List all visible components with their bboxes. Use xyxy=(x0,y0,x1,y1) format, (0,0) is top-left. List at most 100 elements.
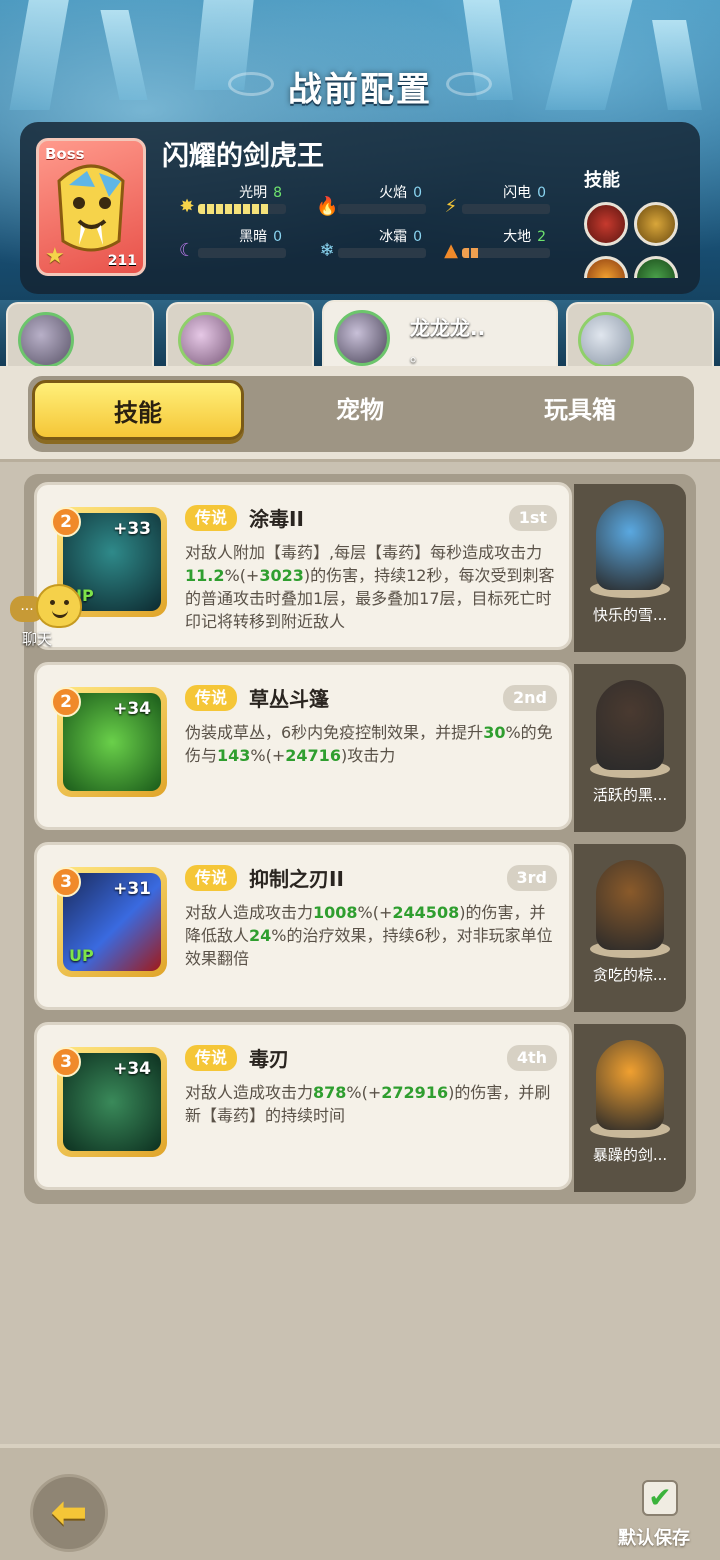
element-name: 火焰 xyxy=(379,185,408,201)
description-part: 24 xyxy=(249,926,272,945)
element-name: 冰霜 xyxy=(379,229,408,245)
description-part: 30 xyxy=(483,723,506,742)
hero-avatar xyxy=(18,312,74,368)
skill-description: 对敌人造成攻击力1008%(+244508)的伤害，并降低敌人24%的治疗效果，… xyxy=(185,901,557,970)
pet-figure-icon xyxy=(596,1040,664,1130)
page-title: 战前配置 xyxy=(288,70,432,110)
skill-description: 对敌人附加【毒药】,每层【毒药】每秒造成攻击力11.2%(+3023)的伤害，持… xyxy=(185,541,557,633)
description-part: 24716 xyxy=(285,746,341,765)
skill-rank-badge: 3 xyxy=(51,867,81,897)
skill-card[interactable]: +34 3 传说 毒刃 4th 对敌人造成攻击力878%(+272916)的伤害，并刷新【… xyxy=(34,1022,572,1190)
element-bar-fill xyxy=(198,204,269,214)
boss-skill-leaf-icon[interactable] xyxy=(634,256,678,278)
element-stat: ❄ 冰霜 0 xyxy=(316,226,446,266)
smiley-icon xyxy=(36,584,82,628)
skill-name: 抑制之刃II xyxy=(249,867,344,891)
description-part: %(+ xyxy=(357,903,393,922)
skill-name: 毒刃 xyxy=(249,1047,289,1071)
skill-plus-level: +34 xyxy=(113,1059,151,1079)
skill-list: +33 UP 2 传说 涂毒II 1st 对敌人附加【毒药】,每层【毒药】每秒造成攻击力11… xyxy=(24,474,696,1204)
skill-card[interactable]: +34 2 传说 草丛斗篷 2nd 伪装成草丛，6秒内免疫控制效果，并提升30%的免伤与1… xyxy=(34,662,572,830)
element-stat: ☾ 黑暗 0 xyxy=(176,226,306,266)
sun-icon: ✸ xyxy=(179,196,195,217)
pet-card[interactable]: 贪吃的棕... xyxy=(574,844,686,1012)
element-bar-fill xyxy=(462,248,480,258)
chat-label: 聊天 xyxy=(22,630,53,648)
team-slot-4[interactable] xyxy=(566,302,714,368)
description-part: 878 xyxy=(313,1083,347,1102)
element-value: 2 xyxy=(537,229,546,245)
pet-figure-icon xyxy=(596,500,664,590)
pet-name: 贪吃的棕... xyxy=(592,966,668,984)
description-part: %(+ xyxy=(224,566,260,585)
snowflake-icon: ❄ xyxy=(319,240,335,261)
pet-card[interactable]: 活跃的黑... xyxy=(574,664,686,832)
mountain-icon: ▲ xyxy=(444,240,458,261)
hero-avatar xyxy=(178,312,234,368)
team-slot-3-active[interactable]: 龙龙龙.. 。 xyxy=(322,300,558,368)
element-name: 大地 xyxy=(503,229,532,245)
element-value: 0 xyxy=(413,229,422,245)
skill-plus-level: +31 xyxy=(113,879,151,899)
flame-icon: 🔥 xyxy=(316,196,339,217)
lightning-icon: ⚡ xyxy=(444,196,458,217)
boss-skill-slash-icon[interactable] xyxy=(584,256,628,278)
moon-icon: ☾ xyxy=(178,240,196,261)
element-value: 0 xyxy=(273,229,282,245)
boss-avatar[interactable]: Boss 211 ★ xyxy=(36,138,146,276)
skill-name: 草丛斗篷 xyxy=(249,687,329,711)
skill-description: 对敌人造成攻击力878%(+272916)的伤害，并刷新【毒药】的持续时间 xyxy=(185,1081,557,1127)
description-part: 272916 xyxy=(381,1083,449,1102)
checkbox-icon[interactable]: ✔ xyxy=(642,1480,678,1516)
hero-avatar xyxy=(578,312,634,368)
description-part: %(+ xyxy=(250,746,286,765)
star-icon: ★ xyxy=(45,244,65,269)
skill-plus-level: +34 xyxy=(113,699,151,719)
pet-card[interactable]: 快乐的雪... xyxy=(574,484,686,652)
skill-description: 伪装成草丛，6秒内免疫控制效果，并提升30%的免伤与143%(+24716)攻击… xyxy=(185,721,557,767)
boss-name: 闪耀的剑虎王 xyxy=(162,141,324,172)
tab-toybox[interactable]: 玩具箱 xyxy=(474,380,686,440)
pet-name: 快乐的雪... xyxy=(592,606,668,624)
description-part: 对敌人附加【毒药】,每层【毒药】每秒造成攻击力 xyxy=(185,543,543,562)
element-name: 闪电 xyxy=(503,185,532,201)
boss-tag: Boss xyxy=(45,145,85,163)
tab-pets[interactable]: 宠物 xyxy=(254,380,466,440)
skill-order-tag: 3rd xyxy=(506,865,557,891)
pet-card[interactable]: 暴躁的剑... xyxy=(574,1024,686,1192)
description-part: 3023 xyxy=(259,566,304,585)
element-value: 0 xyxy=(537,185,546,201)
boss-skill-roar-icon[interactable] xyxy=(584,202,628,246)
element-name: 光明 xyxy=(239,185,268,201)
team-slot-2[interactable] xyxy=(166,302,314,368)
skill-card[interactable]: +31 UP 3 传说 抑制之刃II 3rd 对敌人造成攻击力1008%(+244508)的… xyxy=(34,842,572,1010)
element-bar xyxy=(338,204,426,214)
description-part: )攻击力 xyxy=(340,746,396,765)
skill-card[interactable]: +33 UP 2 传说 涂毒II 1st 对敌人附加【毒药】,每层【毒药】每秒造成攻击力11… xyxy=(34,482,572,650)
description-part: 对敌人造成攻击力 xyxy=(185,903,314,922)
rarity-tag: 传说 xyxy=(185,865,238,891)
skill-rank-badge: 2 xyxy=(51,687,81,717)
bottom-bar: ⬅ ✔ 默认保存 xyxy=(0,1444,720,1560)
pet-figure-icon xyxy=(596,860,664,950)
skill-order-tag: 4th xyxy=(506,1045,557,1071)
boss-level: 211 xyxy=(107,253,137,269)
hero-avatar xyxy=(334,310,390,366)
default-save-label[interactable]: 默认保存 xyxy=(618,1524,690,1550)
description-part: 11.2 xyxy=(185,566,225,585)
rarity-tag: 传说 xyxy=(185,1045,238,1071)
chat-button[interactable]: ... 聊天 xyxy=(10,584,86,650)
back-button[interactable]: ⬅ xyxy=(30,1474,108,1552)
team-row: 龙龙龙.. 。 xyxy=(0,300,720,368)
tab-skills[interactable]: 技能 xyxy=(32,380,244,440)
team-slot-1[interactable] xyxy=(6,302,154,368)
element-bar xyxy=(462,204,550,214)
skill-order-tag: 2nd xyxy=(503,685,557,711)
boss-skill-claw-icon[interactable] xyxy=(634,202,678,246)
rarity-tag: 传说 xyxy=(185,685,238,711)
description-part: 143 xyxy=(217,746,251,765)
skill-order-tag: 1st xyxy=(508,505,557,531)
skill-rank-badge: 2 xyxy=(51,507,81,537)
element-stat: ⚡ 闪电 0 xyxy=(440,182,570,222)
pet-name: 暴躁的剑... xyxy=(592,1146,668,1164)
